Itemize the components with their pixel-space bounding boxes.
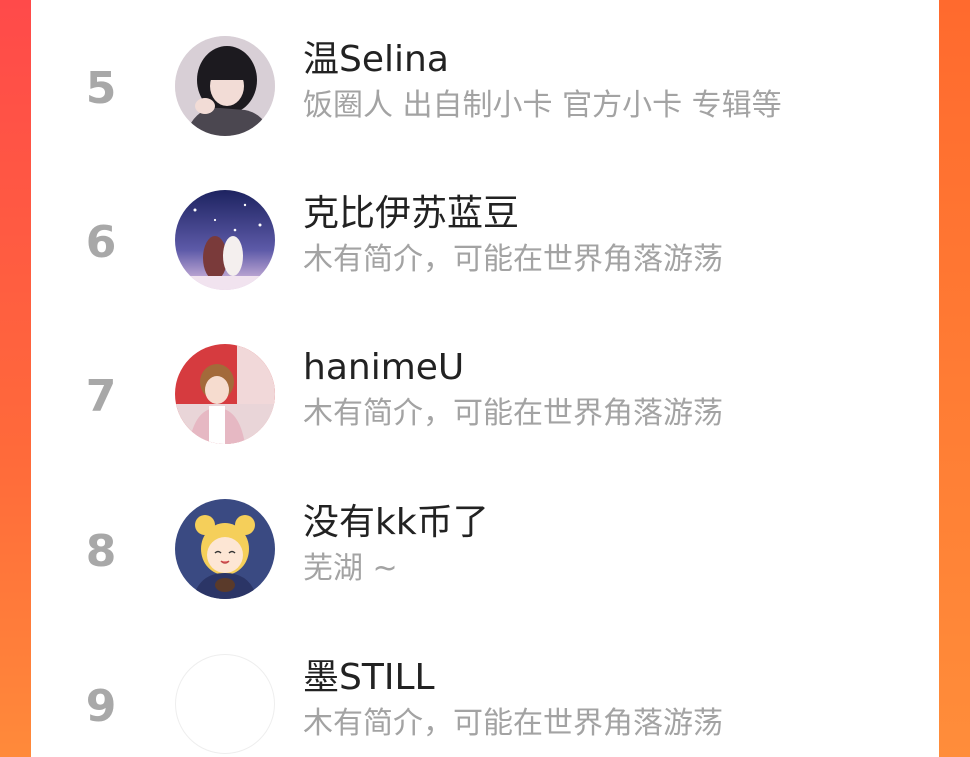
user-name[interactable]: 没有kk币了 xyxy=(303,501,489,545)
user-name[interactable]: hanimeU xyxy=(303,346,464,390)
user-avatar-icon xyxy=(175,36,275,136)
avatar[interactable] xyxy=(175,190,275,290)
ranking-row[interactable]: 7 hanimeU 木有简介，可能在世界角落游荡 xyxy=(31,322,939,462)
user-bio: 木有简介，可能在世界角落游荡 xyxy=(303,396,723,431)
user-bio: 芜湖 ~ xyxy=(303,551,398,586)
ranking-page: 5 温Selina 饭圈人 出自制小卡 官方小卡 专辑等 6 克比伊苏蓝豆 木有… xyxy=(0,0,970,757)
rank-number: 5 xyxy=(85,63,117,114)
avatar[interactable] xyxy=(175,344,275,444)
rank-number: 7 xyxy=(85,371,117,422)
ranking-row[interactable]: 5 温Selina 饭圈人 出自制小卡 官方小卡 专辑等 xyxy=(31,14,939,154)
rank-number: 9 xyxy=(85,681,117,732)
ranking-list-card: 5 温Selina 饭圈人 出自制小卡 官方小卡 专辑等 6 克比伊苏蓝豆 木有… xyxy=(31,0,939,757)
ranking-row[interactable]: 6 克比伊苏蓝豆 木有简介，可能在世界角落游荡 xyxy=(31,168,939,308)
user-avatar-icon xyxy=(175,190,275,290)
user-bio: 木有简介，可能在世界角落游荡 xyxy=(303,242,723,277)
background-edge xyxy=(939,0,970,757)
avatar[interactable] xyxy=(175,36,275,136)
ranking-row[interactable]: 9 墨STILL 木有简介，可能在世界角落游荡 xyxy=(31,632,939,757)
rank-number: 8 xyxy=(85,526,117,577)
ranking-row[interactable]: 8 没有kk币了 芜湖 ~ xyxy=(31,477,939,617)
rank-number: 6 xyxy=(85,217,117,268)
avatar[interactable] xyxy=(175,499,275,599)
user-name[interactable]: 克比伊苏蓝豆 xyxy=(303,192,519,236)
avatar[interactable] xyxy=(175,654,275,754)
user-avatar-icon xyxy=(175,344,275,444)
user-bio: 木有简介，可能在世界角落游荡 xyxy=(303,706,723,741)
user-bio: 饭圈人 出自制小卡 官方小卡 专辑等 xyxy=(303,88,782,123)
user-name[interactable]: 墨STILL xyxy=(303,656,435,700)
user-avatar-icon xyxy=(175,499,275,599)
user-name[interactable]: 温Selina xyxy=(303,38,449,82)
